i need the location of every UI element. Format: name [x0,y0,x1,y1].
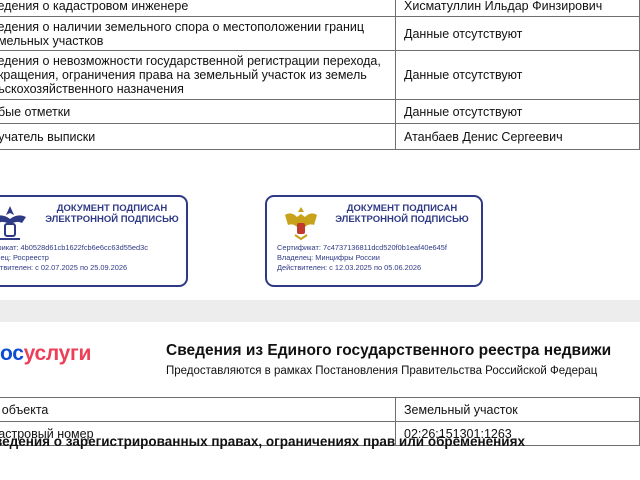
row-value: Хисматуллин Ильдар Финзирович [395,0,640,17]
table-row: обые отметки Данные отсутствуют [0,99,640,124]
section-heading: ведения о зарегистрированных правах, огр… [0,434,525,449]
table-row: д объекта Земельный участок [0,397,640,422]
document-page-bottom: осуслуги Сведения из Единого государстве… [0,322,640,480]
row-label-text: ведения о невозможности государственной … [0,54,381,96]
page-gap [0,300,640,322]
row-label: ведения о невозможности государственной … [0,50,396,100]
stamp-owner: делец: Росреестр [0,253,49,262]
russia-coat-of-arms-icon [285,207,317,241]
table-row: лучатель выписки Атанбаев Денис Сергееви… [0,123,640,150]
logo-part-red: услуги [23,342,92,365]
document-subtitle: Предоставляются в рамках Постановления П… [166,365,598,377]
logo-part-blue: ос [0,342,24,365]
stamp-title: ДОКУМЕНТ ПОДПИСАН ЭЛЕКТРОННОЙ ПОДПИСЬЮ [45,203,179,225]
signature-stamp-rosreestr: ДОКУМЕНТ ПОДПИСАН ЭЛЕКТРОННОЙ ПОДПИСЬЮ т… [0,195,188,287]
stamp-validity: Действителен: с 12.03.2025 по 05.06.2026 [277,263,422,272]
document-title: Сведения из Единого государственного рее… [166,342,612,359]
table-row: ведения о невозможности государственной … [0,50,640,100]
row-label: ведения о наличии земельного спора о мес… [0,16,396,51]
stamp-cert-info: тификат: 4b0528d61cb1622fcb6e6cc63d55ed3… [0,243,148,273]
info-table-top: ведения о кадастровом инженере Хисматулл… [0,0,640,150]
gosuslugi-logo: осуслуги [0,342,91,366]
document-page-top: ведения о кадастровом инженере Хисматулл… [0,0,640,300]
rosreestr-emblem-icon [0,206,26,240]
row-value: Атанбаев Денис Сергеевич [395,123,640,150]
row-label: д объекта [0,397,396,422]
stamp-validity: ействителен: с 02.07.2025 по 25.09.2026 [0,263,128,272]
row-value: Земельный участок [395,397,640,422]
row-value: Данные отсутствуют [395,16,640,51]
table-row: ведения о наличии земельного спора о мес… [0,16,640,51]
stamp-title: ДОКУМЕНТ ПОДПИСАН ЭЛЕКТРОННОЙ ПОДПИСЬЮ [335,203,469,225]
stamp-certificate: Сертификат: 7c4737136811dcd520f0b1eaf40e… [277,243,447,252]
stamp-owner: Владелец: Минцифры России [277,253,380,262]
signature-stamp-mintsifry: ДОКУМЕНТ ПОДПИСАН ЭЛЕКТРОННОЙ ПОДПИСЬЮ С… [265,195,483,287]
row-value: Данные отсутствуют [395,99,640,124]
stamp-cert-info: Сертификат: 7c4737136811dcd520f0b1eaf40e… [277,243,447,273]
stamp-certificate: тификат: 4b0528d61cb1622fcb6e6cc63d55ed3… [0,243,148,252]
row-label: обые отметки [0,99,396,124]
row-label-text: ведения о наличии земельного спора о мес… [0,19,365,48]
row-value: Данные отсутствуют [395,50,640,100]
table-row: ведения о кадастровом инженере Хисматулл… [0,0,640,17]
row-label: ведения о кадастровом инженере [0,0,396,17]
row-label: лучатель выписки [0,123,396,150]
